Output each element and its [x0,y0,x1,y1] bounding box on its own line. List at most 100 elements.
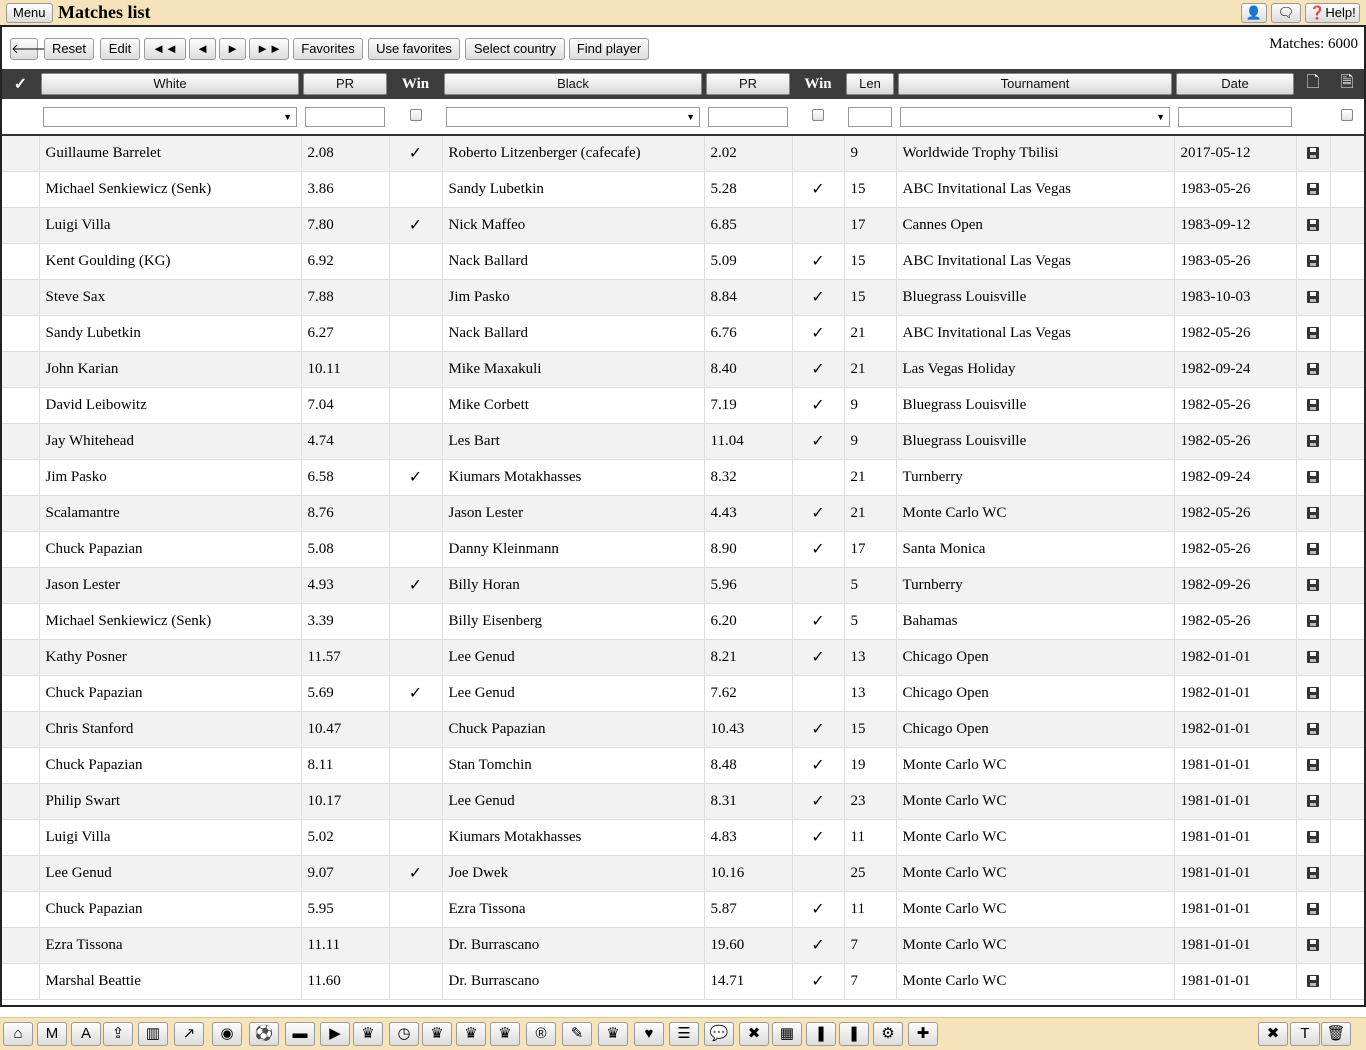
table-row[interactable]: Steve Sax 7.88 Jim Pasko 8.84 ✓ 15 Bluegrass L… [2,279,1364,316]
table-row[interactable]: Michael Senkiewicz (Senk) 3.86 Sandy Lubet… [2,171,1364,208]
date-column-header[interactable]: Date [1174,69,1296,99]
trophy-icon[interactable]: ♛ [353,1022,383,1046]
floppy-disk-icon[interactable] [1307,795,1319,808]
table-row[interactable]: Ezra Tissona 11.11 Dr. Burrascano 19.60 ✓ 7 Mo… [2,927,1364,964]
back-button[interactable]: 🡐 [10,38,46,60]
save-icon[interactable] [1296,531,1331,568]
soccer-ball-icon[interactable]: ⚽ [249,1022,279,1046]
table-row[interactable]: Chuck Papazian 5.69 ✓ Lee Genud 7.62 13 Chicag… [2,675,1364,712]
table-row[interactable]: Marshal Beattie 11.60 Dr. Burrascano 14.71 ✓… [2,963,1364,1000]
table-row[interactable]: Guillaume Barrelet 2.08 ✓ Roberto Litzenber… [2,135,1364,172]
save-icon[interactable] [1296,603,1331,640]
film-icon[interactable]: ▦ [772,1022,802,1046]
black-pr-filter-input[interactable] [708,106,788,127]
save-icon[interactable] [1296,423,1331,460]
save-icon[interactable] [1296,819,1331,856]
heart-icon[interactable]: ♥ [634,1022,664,1046]
save-icon[interactable] [1296,675,1331,712]
reset-button[interactable]: Reset [44,38,94,60]
table-row[interactable]: Chuck Papazian 5.95 Ezra Tissona 5.87 ✓ 11 Mon… [2,891,1364,928]
table-row[interactable]: David Leibowitz 7.04 Mike Corbett 7.19 ✓ 9 Blu… [2,387,1364,424]
close-icon-right[interactable]: ✖ [1258,1022,1288,1046]
floppy-disk-icon[interactable] [1307,399,1319,412]
save-icon[interactable] [1296,639,1331,676]
archive-icon[interactable]: ▬ [285,1022,315,1046]
save-icon[interactable] [1296,315,1331,352]
black-column-header[interactable]: Black [442,69,704,99]
floppy-disk-icon[interactable] [1307,831,1319,844]
eye-icon[interactable]: ◉ [212,1022,242,1046]
save-icon[interactable] [1296,855,1331,892]
save-icon[interactable] [1296,279,1331,316]
floppy-disk-icon[interactable] [1307,687,1319,700]
table-row[interactable]: Jason Lester 4.93 ✓ Billy Horan 5.96 5 Turnber… [2,567,1364,604]
tournament-filter-select[interactable]: ▼ [900,106,1170,127]
plus-icon[interactable]: ✚ [908,1022,938,1046]
white-pr-filter-input[interactable] [305,106,385,127]
black-pr-column-header[interactable]: PR [704,69,792,99]
floppy-disk-icon[interactable] [1307,435,1319,448]
tournament-column-header[interactable]: Tournament [896,69,1174,99]
floppy-disk-icon[interactable] [1307,759,1319,772]
table-row[interactable]: John Karian 10.11 Mike Maxakuli 8.40 ✓ 21 Las … [2,351,1364,388]
table-row[interactable]: Chuck Papazian 5.08 Danny Kleinmann 8.90 ✓ 17… [2,531,1364,568]
close-icon[interactable]: ✖ [739,1022,769,1046]
floppy-disk-icon[interactable] [1307,903,1319,916]
prev-page-button[interactable]: ◄ [189,38,216,60]
registered-icon[interactable]: ® [526,1022,556,1046]
trash-icon[interactable]: 🗑 [1321,1022,1351,1046]
trophy-icon-2[interactable]: ♛ [422,1022,452,1046]
first-page-button[interactable]: ◄◄ [144,38,186,60]
table-row[interactable]: Chuck Papazian 8.11 Stan Tomchin 8.48 ✓ 19 Mon… [2,747,1364,784]
date-filter-input[interactable] [1178,106,1292,127]
table-row[interactable]: Chris Stanford 10.47 Chuck Papazian 10.43 ✓ 1… [2,711,1364,748]
len-filter-input[interactable] [848,106,892,127]
floppy-disk-icon[interactable] [1307,291,1319,304]
comments-icon[interactable]: 💬 [704,1022,734,1046]
save-icon[interactable] [1296,891,1331,928]
use-favorites-button[interactable]: Use favorites [368,38,460,60]
floppy-disk-icon[interactable] [1307,183,1319,196]
table-row[interactable]: Jay Whitehead 4.74 Les Bart 11.04 ✓ 9 Bluegras… [2,423,1364,460]
text-icon[interactable]: T [1290,1022,1320,1046]
find-player-button[interactable]: Find player [569,38,649,60]
floppy-disk-icon[interactable] [1307,579,1319,592]
floppy-disk-icon[interactable] [1307,147,1319,160]
floppy-disk-icon[interactable] [1307,507,1319,520]
edit-icon[interactable]: ✎ [562,1022,592,1046]
floppy-disk-icon[interactable] [1307,471,1319,484]
trophy-icon-3[interactable]: ♛ [456,1022,486,1046]
table-row[interactable]: Luigi Villa 7.80 ✓ Nick Maffeo 6.85 17 Cannes … [2,207,1364,244]
white-column-header[interactable]: White [39,69,301,99]
save-icon[interactable] [1296,495,1331,532]
table-row[interactable]: Michael Senkiewicz (Senk) 3.39 Billy Eisen… [2,603,1364,640]
floppy-disk-icon[interactable] [1307,723,1319,736]
document-icon[interactable]: 🗋 [1296,69,1330,99]
trophy-icon-4[interactable]: ♛ [490,1022,520,1046]
table-row[interactable]: Philip Swart 10.17 Lee Genud 8.31 ✓ 23 Monte C… [2,783,1364,820]
last-page-button[interactable]: ►► [249,38,289,60]
upload-icon[interactable]: ⇪ [103,1022,133,1046]
bar-chart-icon[interactable]: ▥ [138,1022,168,1046]
help-button[interactable]: ❓Help! [1305,3,1360,23]
line-chart-icon[interactable]: ↗ [174,1022,204,1046]
save-icon[interactable] [1296,783,1331,820]
save-icon[interactable] [1296,387,1331,424]
export-icon[interactable]: 🗎 [1330,69,1364,99]
floppy-disk-icon[interactable] [1307,651,1319,664]
floppy-disk-icon[interactable] [1307,975,1319,988]
white-filter-select[interactable]: ▼ [43,106,297,127]
floppy-disk-icon[interactable] [1307,543,1319,556]
chat-icon[interactable]: 🗨 [1271,3,1301,23]
favorites-button[interactable]: Favorites [293,38,363,60]
bookmark-icon-2[interactable]: ❚ [839,1022,869,1046]
floppy-disk-icon[interactable] [1307,363,1319,376]
user-icon[interactable]: 👤 [1241,3,1267,23]
trophy-icon-5[interactable]: ♛ [598,1022,628,1046]
save-icon[interactable] [1296,171,1331,208]
black-filter-select[interactable]: ▼ [446,106,700,127]
floppy-disk-icon[interactable] [1307,867,1319,880]
a-button[interactable]: A [71,1022,101,1046]
floppy-disk-icon[interactable] [1307,327,1319,340]
edit-button[interactable]: Edit [100,38,140,60]
